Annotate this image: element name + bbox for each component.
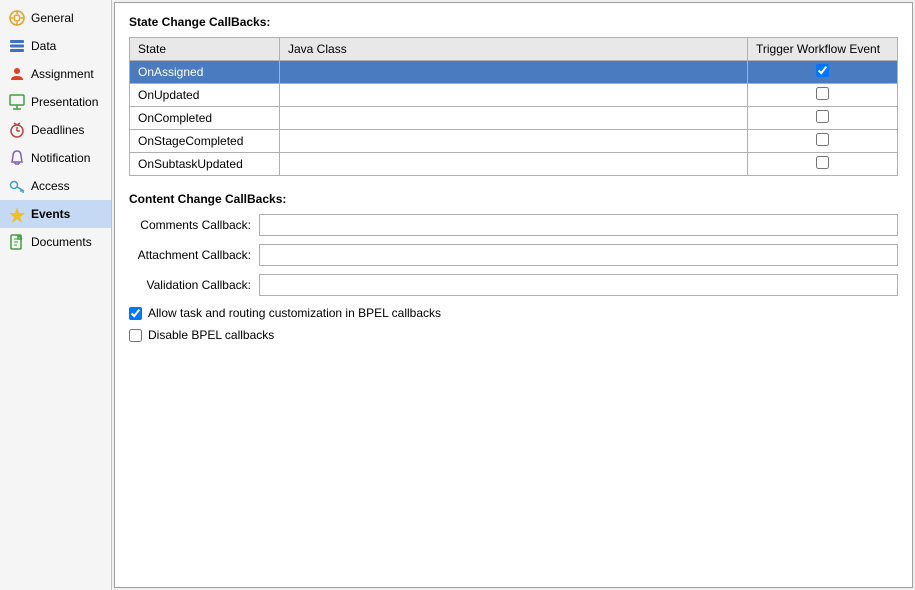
state-callbacks-table: State Java Class Trigger Workflow Event … [129, 37, 898, 176]
validation-input[interactable] [259, 274, 898, 296]
trigger-checkbox[interactable] [816, 87, 829, 100]
sidebar-label-assignment: Assignment [31, 67, 94, 81]
sidebar-item-data[interactable]: Data [0, 32, 111, 60]
attachment-row: Attachment Callback: [129, 244, 898, 266]
sidebar-label-general: General [31, 11, 74, 25]
trigger-checkbox[interactable] [816, 110, 829, 123]
table-row[interactable]: OnStageCompleted [130, 130, 898, 153]
state-cell: OnAssigned [130, 61, 280, 84]
trigger-cell[interactable] [748, 61, 898, 84]
validation-label: Validation Callback: [129, 278, 259, 292]
content-change-section: Content Change CallBacks: Comments Callb… [129, 192, 898, 342]
col-header-javaclass: Java Class [280, 38, 748, 61]
sidebar-label-presentation: Presentation [31, 95, 98, 109]
allow-bpel-row: Allow task and routing customization in … [129, 306, 898, 320]
state-cell: OnCompleted [130, 107, 280, 130]
trigger-cell[interactable] [748, 84, 898, 107]
table-row[interactable]: OnAssigned [130, 61, 898, 84]
table-row[interactable]: OnUpdated [130, 84, 898, 107]
content-change-title: Content Change CallBacks: [129, 192, 898, 206]
main-panel: State Change CallBacks: State Java Class… [114, 2, 913, 588]
general-icon [8, 9, 26, 27]
state-cell: OnUpdated [130, 84, 280, 107]
presentation-icon [8, 93, 26, 111]
sidebar-item-events[interactable]: Events [0, 200, 111, 228]
trigger-checkbox[interactable] [816, 64, 829, 77]
sidebar-item-access[interactable]: Access [0, 172, 111, 200]
table-row[interactable]: OnSubtaskUpdated [130, 153, 898, 176]
documents-icon [8, 233, 26, 251]
sidebar-item-general[interactable]: General [0, 4, 111, 32]
allow-bpel-checkbox[interactable] [129, 307, 142, 320]
trigger-cell[interactable] [748, 107, 898, 130]
deadlines-icon [8, 121, 26, 139]
state-cell: OnSubtaskUpdated [130, 153, 280, 176]
sidebar-item-documents[interactable]: Documents [0, 228, 111, 256]
sidebar-label-access: Access [31, 179, 70, 193]
col-header-state: State [130, 38, 280, 61]
allow-bpel-label: Allow task and routing customization in … [148, 306, 441, 320]
comments-input[interactable] [259, 214, 898, 236]
events-icon [8, 205, 26, 223]
col-header-trigger: Trigger Workflow Event [748, 38, 898, 61]
sidebar-item-presentation[interactable]: Presentation [0, 88, 111, 116]
sidebar: General Data Assignment Pr [0, 0, 112, 590]
data-icon [8, 37, 26, 55]
disable-bpel-checkbox[interactable] [129, 329, 142, 342]
sidebar-label-deadlines: Deadlines [31, 123, 84, 137]
state-change-title: State Change CallBacks: [129, 15, 898, 29]
java-class-cell [280, 107, 748, 130]
java-class-cell [280, 61, 748, 84]
table-row[interactable]: OnCompleted [130, 107, 898, 130]
trigger-cell[interactable] [748, 130, 898, 153]
java-class-cell [280, 153, 748, 176]
disable-bpel-label: Disable BPEL callbacks [148, 328, 274, 342]
trigger-checkbox[interactable] [816, 156, 829, 169]
sidebar-item-deadlines[interactable]: Deadlines [0, 116, 111, 144]
sidebar-item-notification[interactable]: Notification [0, 144, 111, 172]
comments-row: Comments Callback: [129, 214, 898, 236]
notification-icon [8, 149, 26, 167]
sidebar-label-documents: Documents [31, 235, 92, 249]
disable-bpel-row: Disable BPEL callbacks [129, 328, 898, 342]
sidebar-label-data: Data [31, 39, 56, 53]
sidebar-item-assignment[interactable]: Assignment [0, 60, 111, 88]
comments-label: Comments Callback: [129, 218, 259, 232]
sidebar-label-events: Events [31, 207, 70, 221]
java-class-cell [280, 130, 748, 153]
trigger-cell[interactable] [748, 153, 898, 176]
attachment-input[interactable] [259, 244, 898, 266]
trigger-checkbox[interactable] [816, 133, 829, 146]
state-cell: OnStageCompleted [130, 130, 280, 153]
access-icon [8, 177, 26, 195]
attachment-label: Attachment Callback: [129, 248, 259, 262]
validation-row: Validation Callback: [129, 274, 898, 296]
assignment-icon [8, 65, 26, 83]
java-class-cell [280, 84, 748, 107]
sidebar-label-notification: Notification [31, 151, 90, 165]
